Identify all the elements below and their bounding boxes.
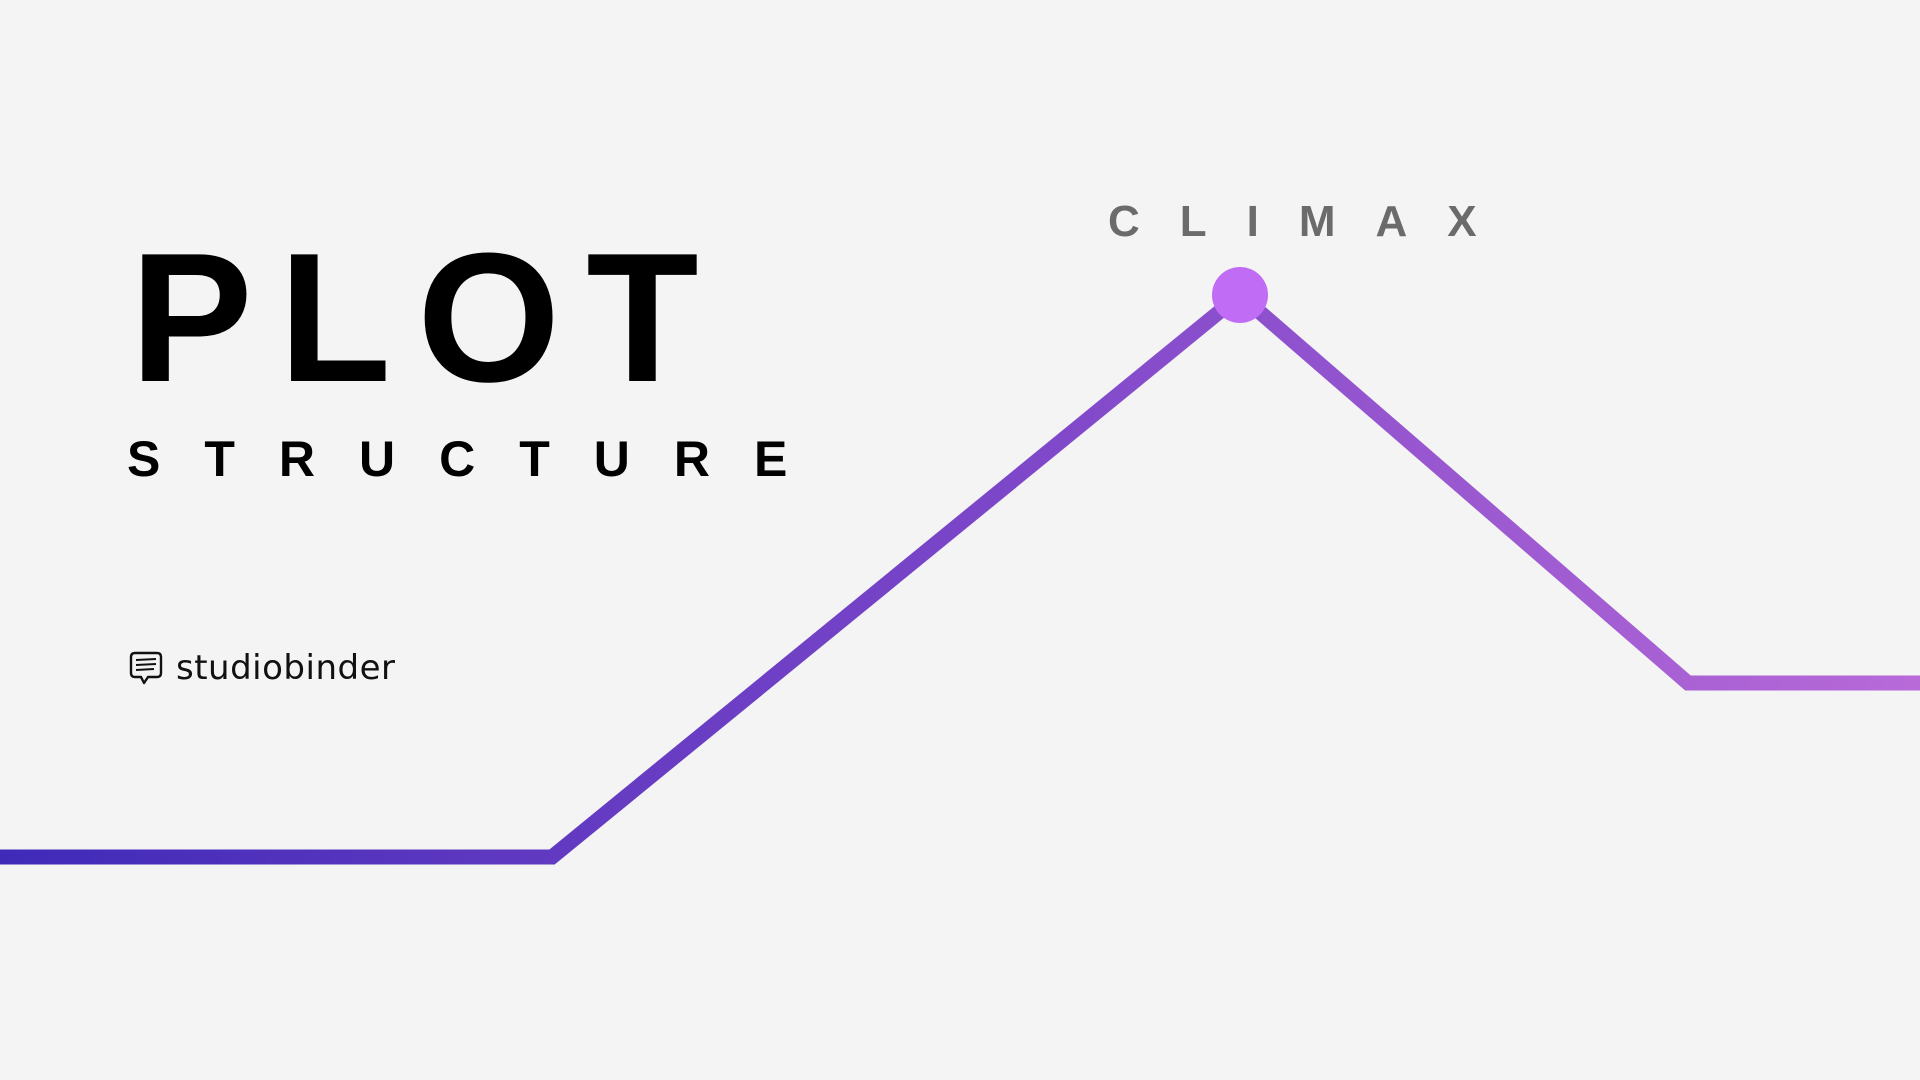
slide: PLOT STRUCTURE CLIMAX studiobinder: [0, 0, 1920, 1080]
brand-name: studiobinder: [176, 648, 396, 688]
plot-arc-diagram: [0, 267, 1920, 865]
brand-logo: studiobinder: [126, 648, 395, 688]
page-subtitle: STRUCTURE: [127, 431, 832, 487]
page-title: PLOT: [130, 214, 725, 420]
speech-bubble-logo-icon: [129, 651, 163, 685]
climax-label: CLIMAX: [1108, 197, 1517, 246]
climax-point: [1212, 267, 1268, 323]
